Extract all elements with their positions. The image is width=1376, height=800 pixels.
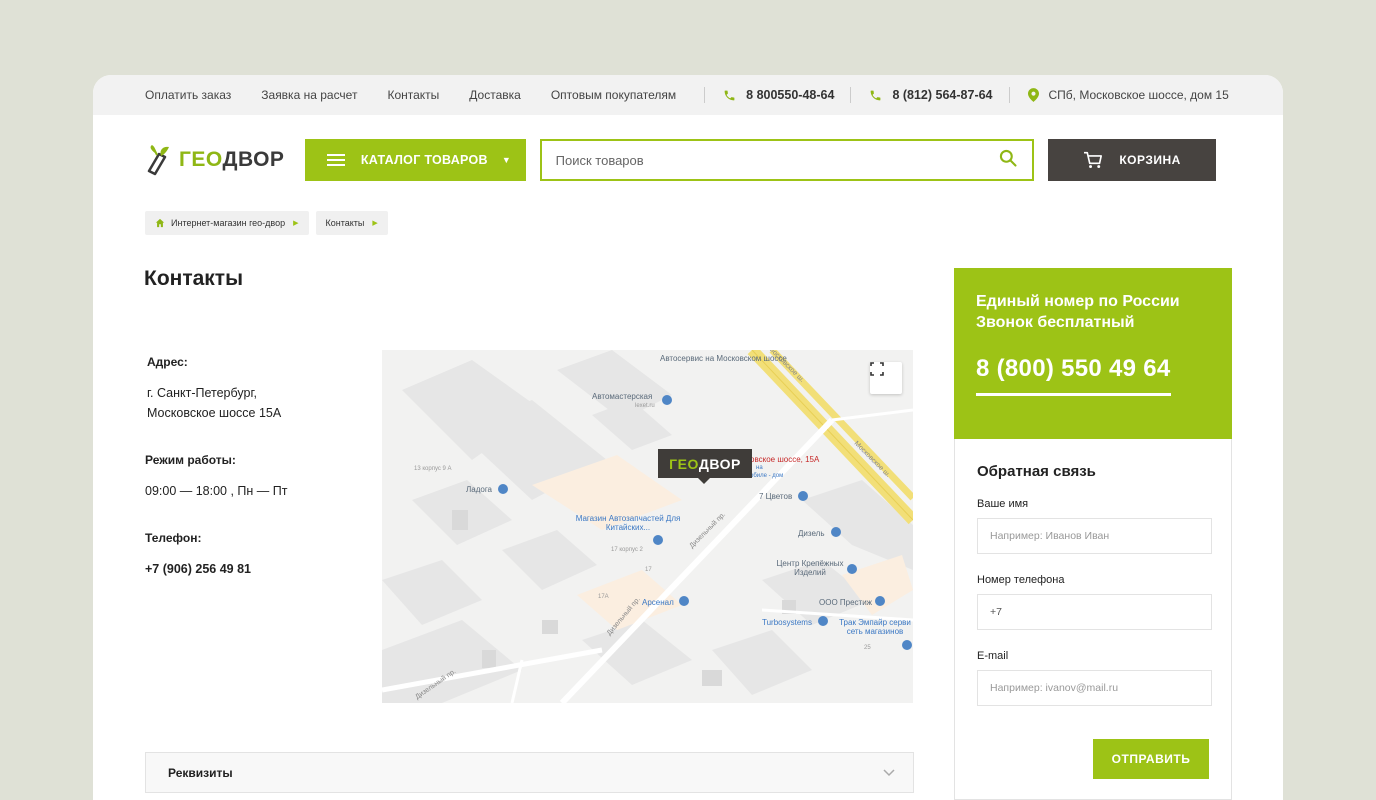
phone-field-box <box>977 594 1212 630</box>
submit-button[interactable]: ОТПРАВИТЬ <box>1093 739 1209 779</box>
phone-field[interactable] <box>990 606 1199 618</box>
fullscreen-button[interactable] <box>870 362 902 394</box>
poi-pin-icon[interactable] <box>662 395 672 405</box>
calc-request-link[interactable]: Заявка на расчет <box>261 88 357 102</box>
delivery-link[interactable]: Доставка <box>469 88 521 102</box>
caret-down-icon: ▼ <box>501 155 512 165</box>
phone-field-label: Номер телефона <box>977 574 1065 586</box>
poi-pin-icon[interactable] <box>847 564 857 574</box>
map-label-address: овское шоссе, 15А <box>750 455 820 464</box>
poi-pin-icon[interactable] <box>653 535 663 545</box>
top-bar: Оплатить заказ Заявка на расчет Контакты… <box>93 75 1283 115</box>
poi-pin-icon[interactable] <box>818 616 828 626</box>
breadcrumb: Интернет-магазин гео-двор ▶ Контакты ▶ <box>145 211 388 235</box>
map-label-korpus2: 17 корпус 2 <box>611 547 643 553</box>
poi-pin-icon[interactable] <box>902 640 912 650</box>
requisites-accordion[interactable]: Реквизиты <box>145 752 914 793</box>
wholesale-link[interactable]: Оптовым покупателям <box>551 88 676 102</box>
chevron-down-icon <box>883 766 895 780</box>
geodvor-map-marker[interactable]: ГЕО ДВОР <box>658 449 752 484</box>
map-label-truck: Трак Эмпайр серви сеть магазинов <box>839 618 911 636</box>
hours-value: 09:00 — 18:00 , Пн — Пт <box>145 484 288 498</box>
cart-button[interactable]: КОРЗИНА <box>1048 139 1216 181</box>
map-label-arsenal: Арсенал <box>642 598 674 607</box>
promo-line-2: Звонок бесплатный <box>976 314 1135 331</box>
email-field[interactable] <box>990 682 1199 694</box>
map-label-turbo: Turbosystems <box>762 618 812 627</box>
fullscreen-icon <box>870 362 884 376</box>
name-field-box <box>977 518 1212 554</box>
name-field[interactable] <box>990 530 1199 542</box>
page-title: Контакты <box>144 267 244 290</box>
feedback-form: Обратная связь Ваше имя Номер телефона E… <box>954 439 1232 800</box>
address-line-1: г. Санкт-Петербург, <box>147 386 257 400</box>
breadcrumb-contacts[interactable]: Контакты ▶ <box>315 211 388 235</box>
address-line-2: Московское шоссе 15А <box>147 406 282 420</box>
map-label-ladoga: Ладога <box>466 485 493 494</box>
menu-icon <box>326 151 345 169</box>
phone-icon <box>869 89 882 102</box>
pay-order-link[interactable]: Оплатить заказ <box>145 88 231 102</box>
breadcrumb-home[interactable]: Интернет-магазин гео-двор ▶ <box>145 211 309 235</box>
map-label-autoparts: Магазин Автозапчастей Для Китайских... <box>575 514 681 532</box>
map-label-n17a: 17А <box>598 594 609 600</box>
map-label-tsvetov: 7 Цветов <box>759 492 793 501</box>
map[interactable]: Автосервис на Московском шоссе Автомасте… <box>382 350 913 703</box>
email-field-box <box>977 670 1212 706</box>
arrow-right-icon: ▶ <box>293 220 299 227</box>
divider <box>850 87 852 103</box>
map-label-n17: 17 <box>645 567 652 573</box>
feedback-title: Обратная связь <box>977 463 1096 480</box>
hotline-promo: Единый номер по России Звонок бесплатный… <box>954 268 1232 439</box>
home-icon <box>155 218 165 228</box>
poi-pin-icon[interactable] <box>679 596 689 606</box>
search-input[interactable] <box>555 152 999 168</box>
logo-text: ГЕОДВОР <box>179 148 285 171</box>
divider <box>1008 87 1010 103</box>
contacts-link[interactable]: Контакты <box>387 88 439 102</box>
poi-pin-icon[interactable] <box>798 491 808 501</box>
contact-info: Адрес: г. Санкт-Петербург, Московское шо… <box>145 355 345 579</box>
name-label: Ваше имя <box>977 498 1029 510</box>
address-label: Адрес: <box>147 355 188 369</box>
phone-value[interactable]: +7 (906) 256 49 81 <box>145 559 345 579</box>
map-label-automaster: Автомастерская <box>592 392 653 401</box>
phone-icon <box>723 89 736 102</box>
search-box <box>539 139 1035 181</box>
location-pin-icon <box>1027 88 1039 102</box>
poi-pin-icon[interactable] <box>498 484 508 494</box>
poi-pin-icon[interactable] <box>831 527 841 537</box>
browser-frame: Оплатить заказ Заявка на расчет Контакты… <box>93 75 1283 800</box>
map-label-dizel: Дизель <box>798 529 825 538</box>
phone-label: Телефон: <box>145 531 202 545</box>
catalog-button[interactable]: КАТАЛОГ ТОВАРОВ ▼ <box>304 139 526 181</box>
poi-pin-icon[interactable] <box>875 596 885 606</box>
cart-icon <box>1084 151 1103 169</box>
divider <box>704 87 706 103</box>
map-label-n25: 25 <box>864 645 871 651</box>
map-label-korpus9: 13 корпус 9 А <box>414 466 452 472</box>
map-label-krepezh: Центр Крепёжных Изделий <box>776 559 844 577</box>
map-label-lexet: lexet.ru <box>635 403 655 409</box>
search-icon[interactable] <box>998 148 1018 173</box>
arrow-right-icon: ▶ <box>372 220 378 227</box>
hotline-phone[interactable]: 8 (800) 550 49 64 <box>976 355 1171 396</box>
logo-icon <box>147 145 169 176</box>
phone-link-2[interactable]: 8 (812) 564-87-64 <box>869 88 993 102</box>
hours-label: Режим работы: <box>145 453 236 467</box>
map-label-autoservice: Автосервис на Московском шоссе <box>660 354 787 363</box>
address-link[interactable]: СПб, Московское шоссе, дом 15 <box>1027 88 1229 102</box>
phone-link-1[interactable]: 8 800550-48-64 <box>723 88 834 102</box>
site-logo[interactable]: ГЕОДВОР <box>145 144 305 176</box>
map-label-prestizh: ООО Престиж <box>819 598 873 607</box>
map-label-sub2: обиле - дом <box>750 473 784 479</box>
email-label: E-mail <box>977 650 1009 662</box>
promo-line-1: Единый номер по России <box>976 293 1180 310</box>
header: ГЕОДВОР КАТАЛОГ ТОВАРОВ ▼ КОРЗИНА <box>145 139 1216 181</box>
